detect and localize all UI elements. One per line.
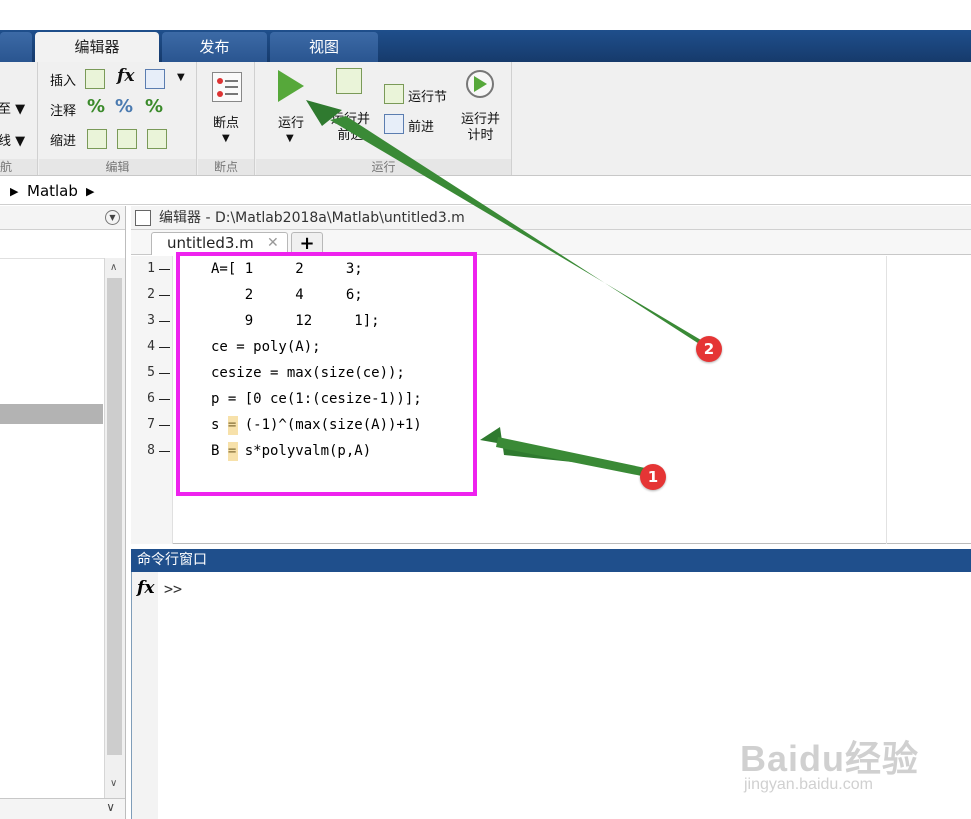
- matlab-window: 编辑器 发布 视图 至 ▼ 线 ▼ 航 插入 fx ▼ 注释 % % % 缩进 …: [0, 0, 971, 819]
- baidu-watermark: Baidu经验 jingyan.baidu.com: [740, 730, 960, 800]
- watermark-brand: Baidu经验: [740, 738, 920, 779]
- arrow-2: [306, 100, 706, 347]
- watermark-url: jingyan.baidu.com: [744, 776, 873, 793]
- annotation-badge-1: 1: [640, 464, 666, 490]
- annotation-badge-2: 2: [696, 336, 722, 362]
- arrow-1: [480, 427, 660, 478]
- annotation-overlay: [306, 100, 706, 478]
